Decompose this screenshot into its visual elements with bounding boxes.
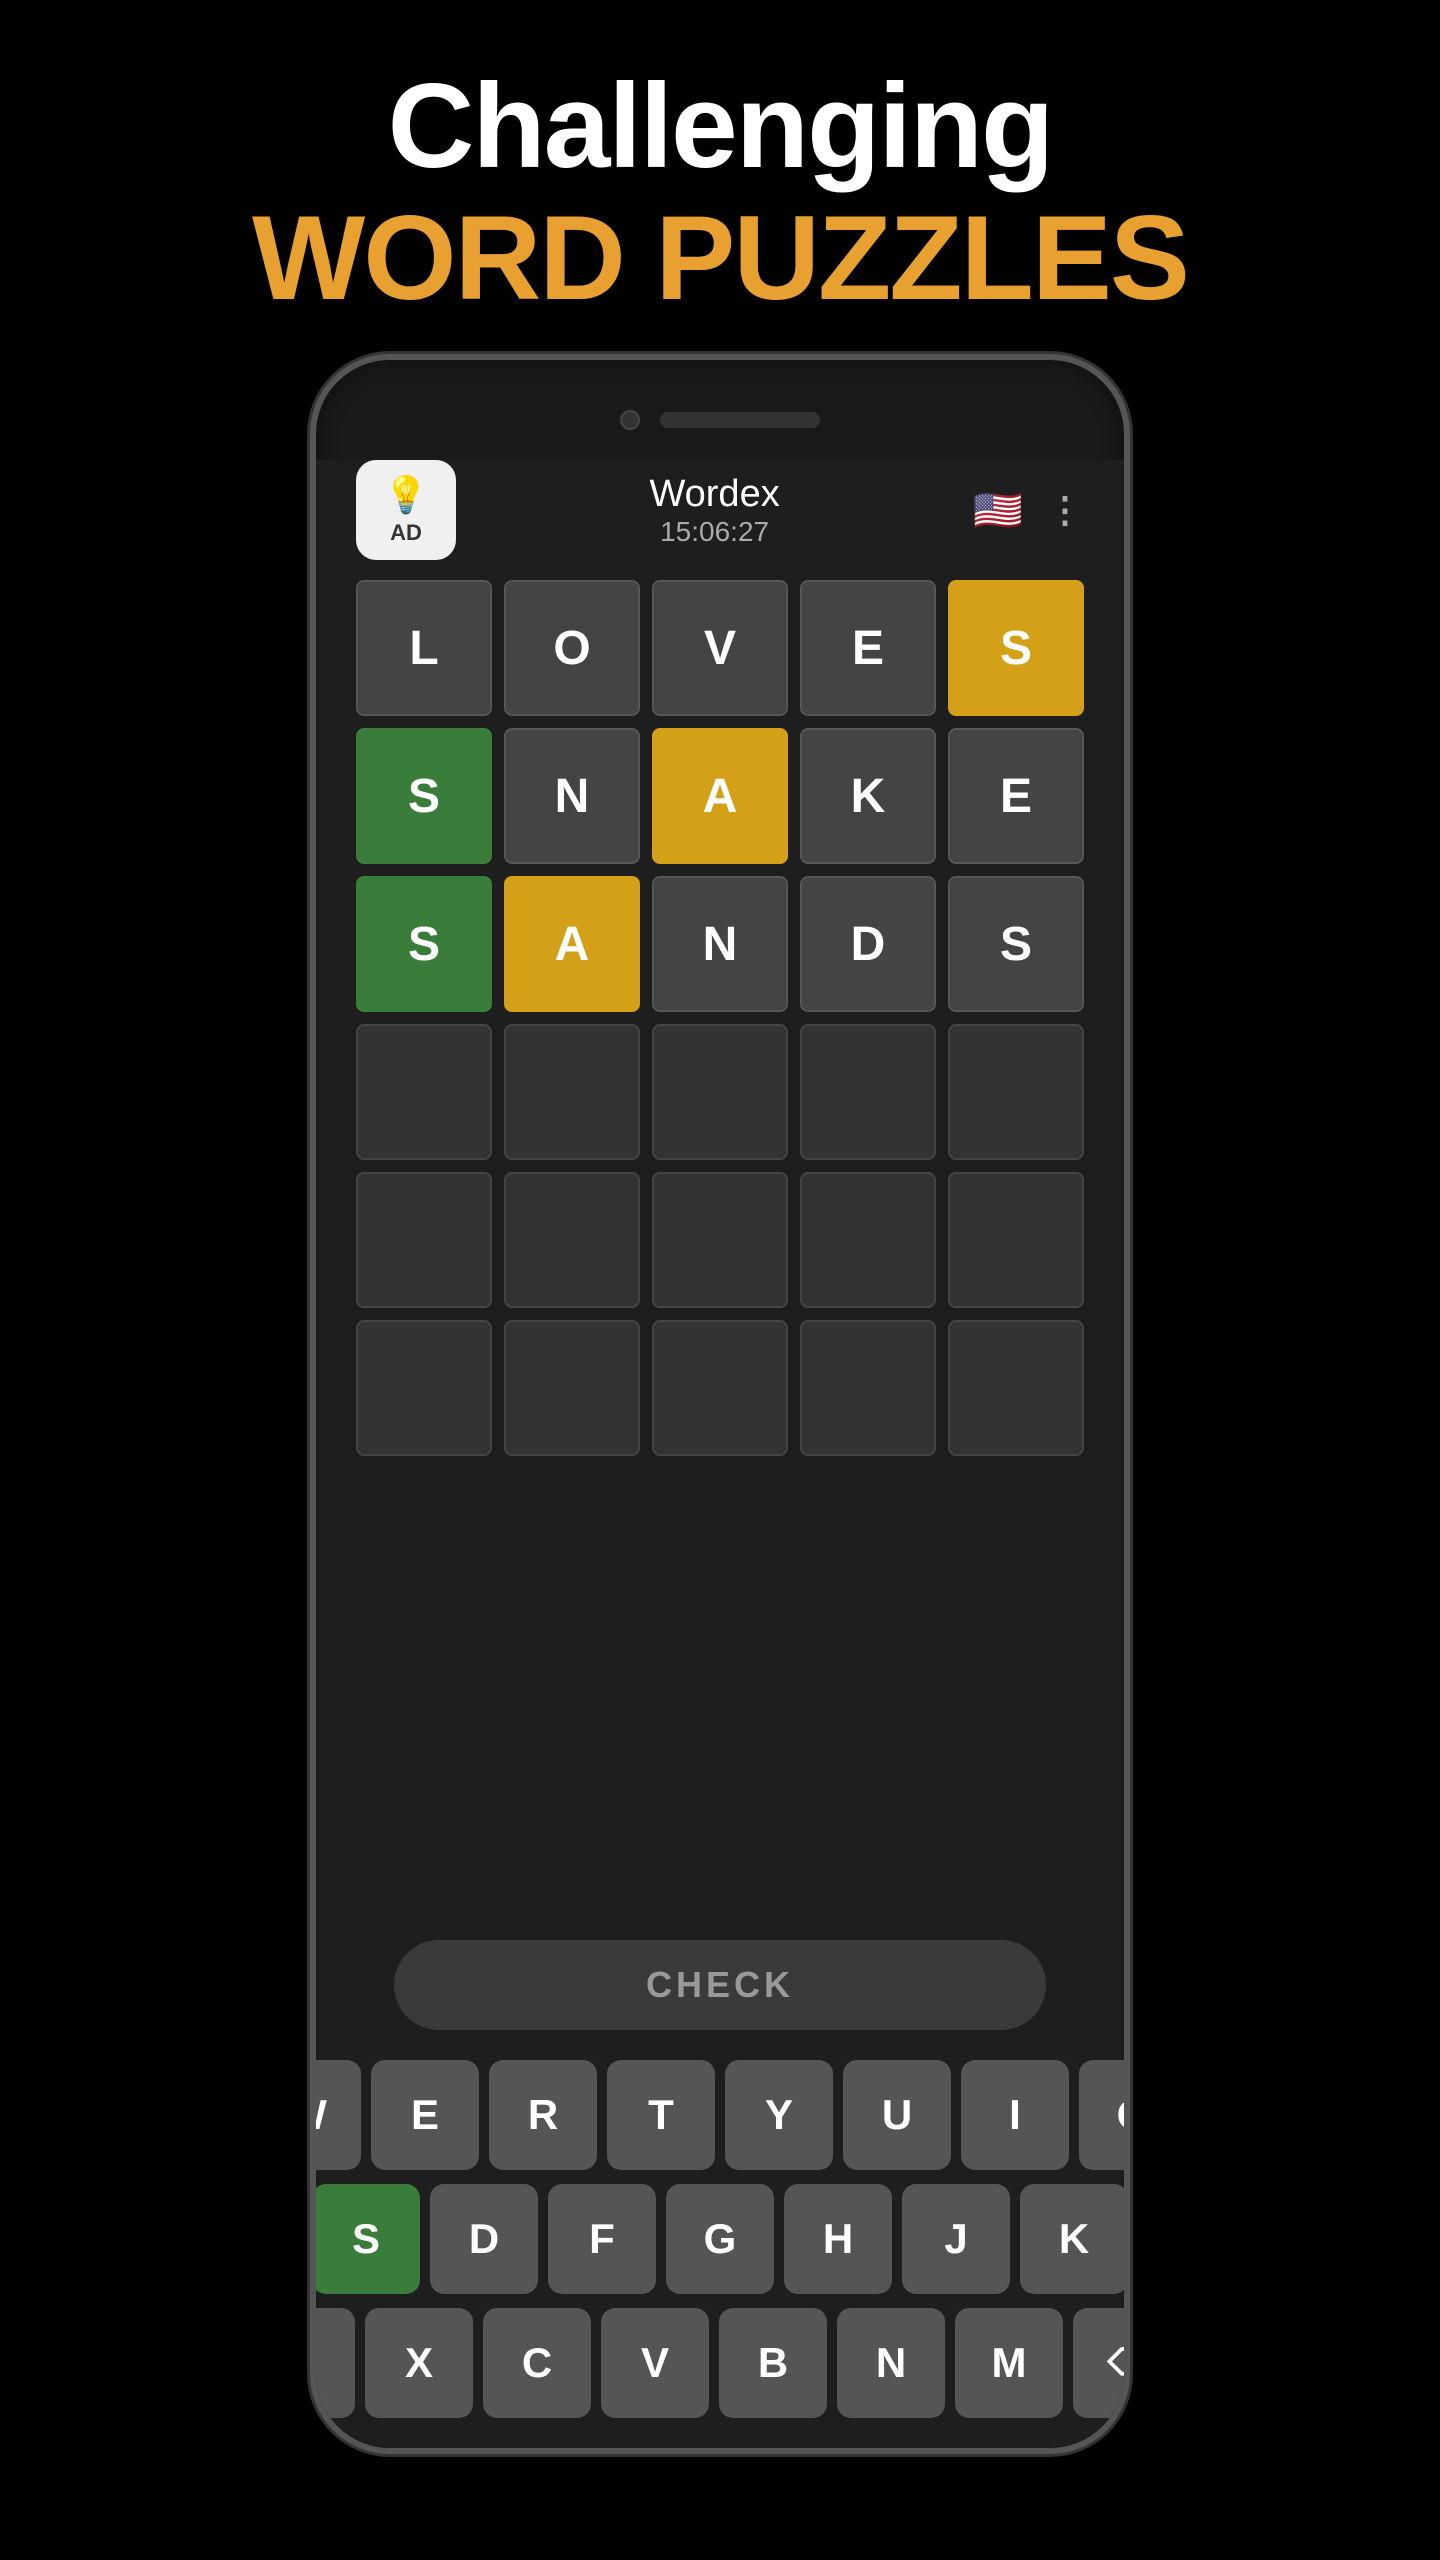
key-O[interactable]: O: [1079, 2060, 1130, 2170]
key-N[interactable]: N: [837, 2308, 945, 2418]
key-J[interactable]: J: [902, 2184, 1010, 2294]
cell-r0-c1: O: [504, 580, 640, 716]
cell-r3-c1: [504, 1024, 640, 1160]
ad-button[interactable]: 💡 AD: [356, 460, 456, 560]
flag-icon[interactable]: 🇺🇸: [973, 487, 1023, 534]
menu-dots-icon[interactable]: ⋮: [1047, 489, 1084, 531]
cell-r0-c4: S: [948, 580, 1084, 716]
cell-r3-c4: [948, 1024, 1084, 1160]
cell-r4-c2: [652, 1172, 788, 1308]
cell-r5-c2: [652, 1320, 788, 1456]
cell-r5-c3: [800, 1320, 936, 1456]
app-timer: 15:06:27: [660, 516, 769, 548]
app-title: Wordex: [649, 473, 779, 516]
cell-r2-c0: S: [356, 876, 492, 1012]
keyboard: QWERTYUIOP ASDFGHJKL ZXCVBNM⌫: [336, 2060, 1104, 2448]
header-line2: WORD PUZZLES: [0, 192, 1440, 324]
key-Y[interactable]: Y: [725, 2060, 833, 2170]
header-section: Challenging WORD PUZZLES: [0, 0, 1440, 354]
cell-r3-c2: [652, 1024, 788, 1160]
key-X[interactable]: X: [365, 2308, 473, 2418]
game-grid: LOVESSNAKESANDS: [336, 560, 1104, 1476]
phone-top-bar: [316, 360, 1124, 460]
cell-r2-c1: A: [504, 876, 640, 1012]
key-K[interactable]: K: [1020, 2184, 1128, 2294]
key-⌫[interactable]: ⌫: [1073, 2308, 1130, 2418]
cell-r1-c3: K: [800, 728, 936, 864]
cell-r2-c4: S: [948, 876, 1084, 1012]
key-C[interactable]: C: [483, 2308, 591, 2418]
cell-r4-c1: [504, 1172, 640, 1308]
key-V[interactable]: V: [601, 2308, 709, 2418]
cell-r3-c0: [356, 1024, 492, 1160]
ad-label: AD: [390, 520, 422, 546]
check-label: CHECK: [646, 1964, 794, 2006]
key-S[interactable]: S: [312, 2184, 420, 2294]
keyboard-row-1: ASDFGHJKL: [346, 2184, 1094, 2294]
key-W[interactable]: W: [310, 2060, 361, 2170]
key-E[interactable]: E: [371, 2060, 479, 2170]
cell-r2-c2: N: [652, 876, 788, 1012]
key-T[interactable]: T: [607, 2060, 715, 2170]
cell-r0-c0: L: [356, 580, 492, 716]
cell-r5-c4: [948, 1320, 1084, 1456]
key-I[interactable]: I: [961, 2060, 1069, 2170]
key-M[interactable]: M: [955, 2308, 1063, 2418]
key-F[interactable]: F: [548, 2184, 656, 2294]
cell-r4-c4: [948, 1172, 1084, 1308]
key-G[interactable]: G: [666, 2184, 774, 2294]
cell-r5-c0: [356, 1320, 492, 1456]
key-B[interactable]: B: [719, 2308, 827, 2418]
side-button: [1126, 760, 1130, 840]
key-R[interactable]: R: [489, 2060, 597, 2170]
camera: [620, 410, 640, 430]
key-D[interactable]: D: [430, 2184, 538, 2294]
check-button[interactable]: CHECK: [394, 1940, 1047, 2030]
app-content: 💡 AD Wordex 15:06:27 🇺🇸 ⋮ LOVESSNAKESAND…: [316, 460, 1124, 2448]
phone-frame: 💡 AD Wordex 15:06:27 🇺🇸 ⋮ LOVESSNAKESAND…: [310, 354, 1130, 2454]
bulb-icon: 💡: [384, 474, 429, 516]
header-line1: Challenging: [0, 60, 1440, 192]
cell-r0-c3: E: [800, 580, 936, 716]
app-topbar: 💡 AD Wordex 15:06:27 🇺🇸 ⋮: [336, 460, 1104, 560]
cell-r5-c1: [504, 1320, 640, 1456]
key-Z[interactable]: Z: [310, 2308, 355, 2418]
key-H[interactable]: H: [784, 2184, 892, 2294]
keyboard-row-2: ZXCVBNM⌫: [346, 2308, 1094, 2418]
app-title-block: Wordex 15:06:27: [649, 473, 779, 548]
cell-r4-c0: [356, 1172, 492, 1308]
speaker: [660, 412, 820, 428]
cell-r3-c3: [800, 1024, 936, 1160]
cell-r1-c0: S: [356, 728, 492, 864]
cell-r2-c3: D: [800, 876, 936, 1012]
cell-r1-c2: A: [652, 728, 788, 864]
cell-r1-c4: E: [948, 728, 1084, 864]
key-U[interactable]: U: [843, 2060, 951, 2170]
cell-r1-c1: N: [504, 728, 640, 864]
keyboard-row-0: QWERTYUIOP: [346, 2060, 1094, 2170]
app-icons: 🇺🇸 ⋮: [973, 487, 1084, 534]
cell-r4-c3: [800, 1172, 936, 1308]
cell-r0-c2: V: [652, 580, 788, 716]
